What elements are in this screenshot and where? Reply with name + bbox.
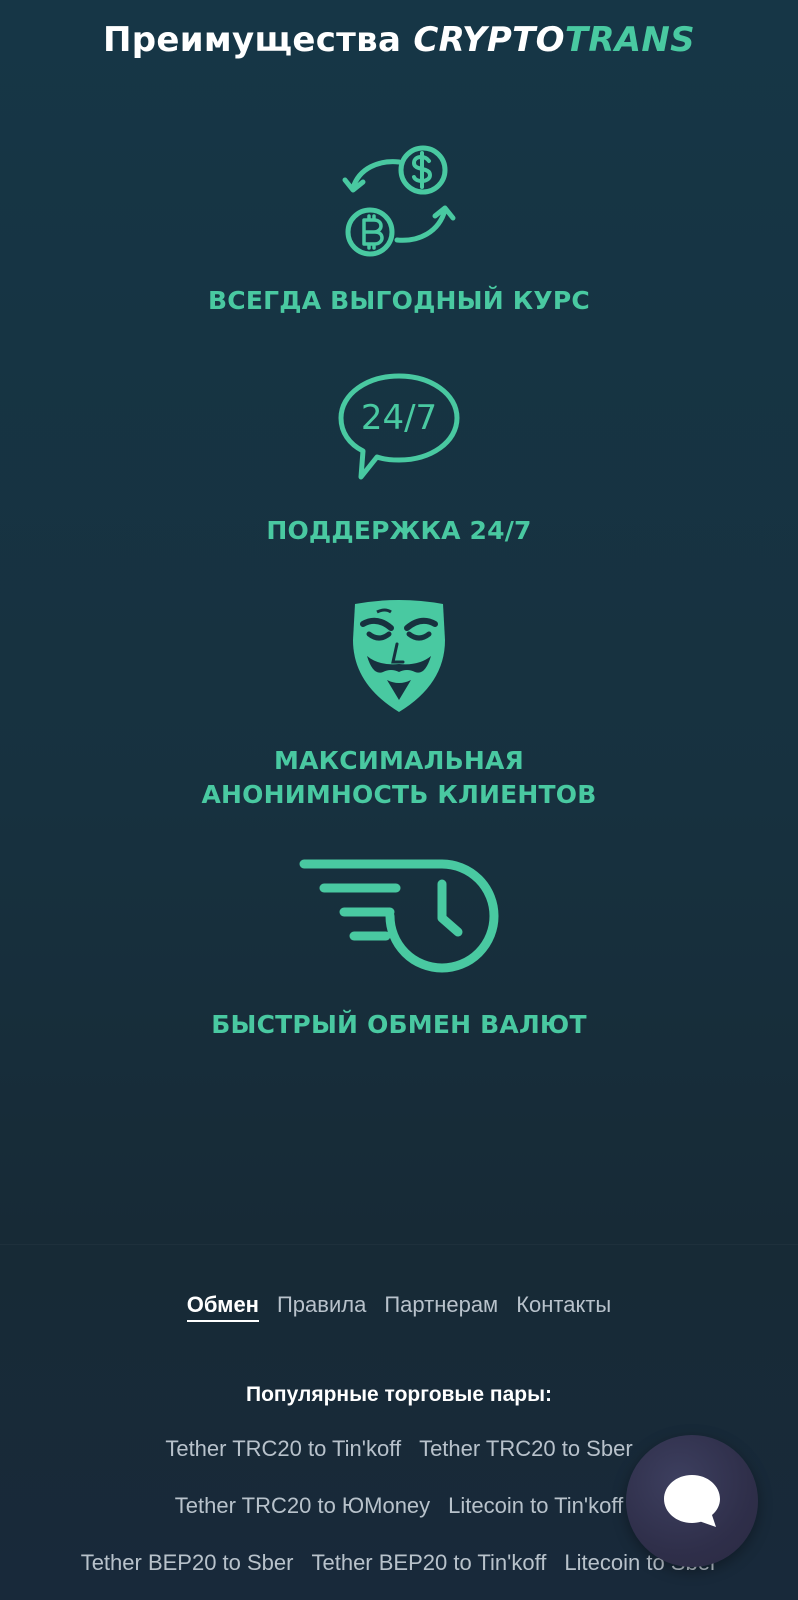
pair-link[interactable]: Tether TRC20 to ЮMoney [175,1491,430,1521]
pair-link[interactable]: Litecoin to Tin'koff [448,1491,623,1521]
footer-divider [0,1244,798,1245]
heading-prefix: Преимущества [103,20,402,60]
advantages-page: Преимущества CRYPTOTRANS ВСЕГДА ВЫГОДНЫЙ… [0,0,798,1600]
footer-link-partners[interactable]: Партнерам [384,1290,498,1322]
svg-text:24/7: 24/7 [361,398,437,438]
anonymous-mask-icon [353,600,445,712]
footer-link-exchange[interactable]: Обмен [186,1290,259,1322]
support-chat-icon: 24/7 [338,373,460,480]
currency-exchange-icon [342,145,456,257]
feature-fast-exchange: БЫСТРЫЙ ОБМЕН ВАЛЮТ [0,858,798,1042]
feature-anonymity: МАКСИМАЛЬНАЯ АНОНИМНОСТЬ КЛИЕНТОВ [0,596,798,812]
pair-link[interactable]: Tether BEP20 to Tin'koff [311,1548,546,1578]
pair-link[interactable]: Tether TRC20 to Sber [419,1434,633,1464]
footer-nav: Обмен Правила Партнерам Контакты [0,1290,798,1322]
footer-link-contacts[interactable]: Контакты [516,1290,611,1322]
fast-clock-icon [299,859,499,973]
pair-link[interactable]: Tether BEP20 to Sber [81,1548,294,1578]
footer-link-rules[interactable]: Правила [277,1290,366,1322]
chat-widget-button[interactable] [626,1435,758,1567]
feature-title: МАКСИМАЛЬНАЯ АНОНИМНОСТЬ КЛИЕНТОВ [0,744,798,812]
advantages-heading: Преимущества CRYPTOTRANS [0,18,798,62]
feature-best-rate: ВСЕГДА ВЫГОДНЫЙ КУРС [0,142,798,318]
popular-pairs-heading: Популярные торговые пары: [246,1383,552,1406]
feature-title-line: МАКСИМАЛЬНАЯ [274,746,524,775]
brand-logo-text: CRYPTOTRANS [413,20,695,60]
pair-link[interactable]: Tether TRC20 to Tin'koff [165,1434,401,1464]
feature-title: ПОДДЕРЖКА 24/7 [266,516,532,545]
chat-bubble-icon [664,1475,720,1527]
feature-support: 24/7 ПОДДЕРЖКА 24/7 [0,370,798,548]
feature-title: БЫСТРЫЙ ОБМЕН ВАЛЮТ [211,1010,587,1039]
feature-title: ВСЕГДА ВЫГОДНЫЙ КУРС [208,286,590,315]
feature-title-line: АНОНИМНОСТЬ КЛИЕНТОВ [201,780,597,809]
